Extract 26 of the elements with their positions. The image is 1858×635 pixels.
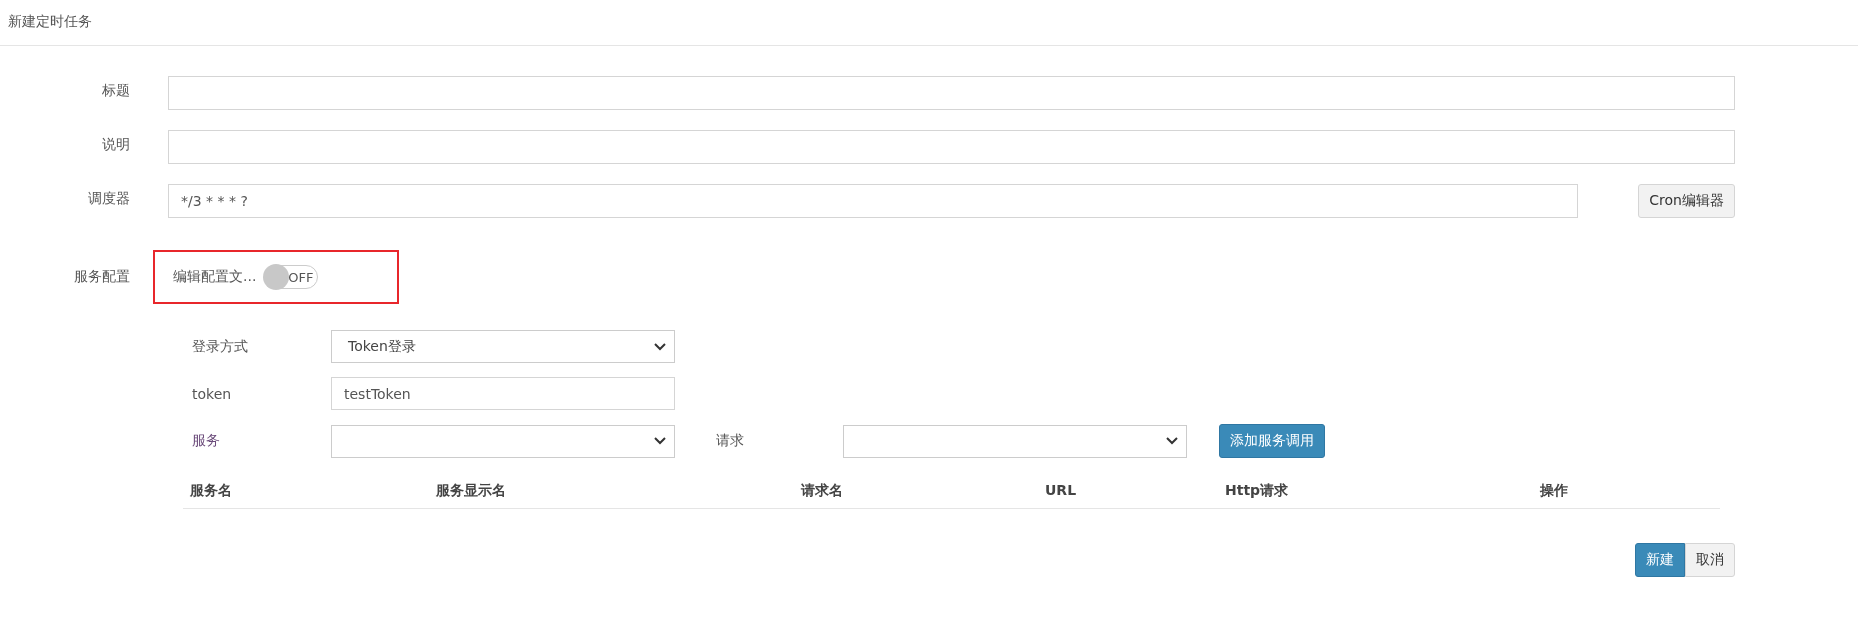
field-label: 标题 <box>102 81 130 100</box>
input-field[interactable] <box>168 130 1735 164</box>
input-field[interactable]: testToken <box>331 377 675 410</box>
chevron-down-icon <box>654 342 666 351</box>
field-label: 调度器 <box>88 189 130 208</box>
field-label: token <box>191 385 233 402</box>
chevron-down-icon <box>654 437 666 445</box>
select-field[interactable] <box>331 424 675 458</box>
select-field[interactable] <box>843 424 1187 458</box>
cancel-button[interactable]: 取消 <box>1685 543 1735 577</box>
cron-editor-button[interactable]: Cron编辑器 <box>1638 184 1735 218</box>
input-field[interactable]: */3 * * * ? <box>168 184 1579 218</box>
toggle-label: 编辑配置文... <box>173 268 257 286</box>
create-button[interactable]: 新建 <box>1635 543 1685 577</box>
field-label: 服务配置 <box>74 267 130 286</box>
add-service-button[interactable]: 添加服务调用 <box>1219 424 1325 458</box>
table-header: 服务名 服务显示名 请求名 URL Http请求 操作 <box>183 472 1720 509</box>
field-label: 登录方式 <box>191 337 249 356</box>
toggle-switch[interactable]: OFF <box>264 265 319 289</box>
field-label: 请求 <box>715 432 745 450</box>
field-label: 服务 <box>191 432 221 450</box>
select-field[interactable]: Token登录 <box>331 330 675 363</box>
page-title: 新建定时任务 <box>8 13 92 29</box>
chevron-down-icon <box>1166 437 1178 445</box>
input-field[interactable] <box>168 76 1735 110</box>
field-label: 说明 <box>102 135 130 154</box>
